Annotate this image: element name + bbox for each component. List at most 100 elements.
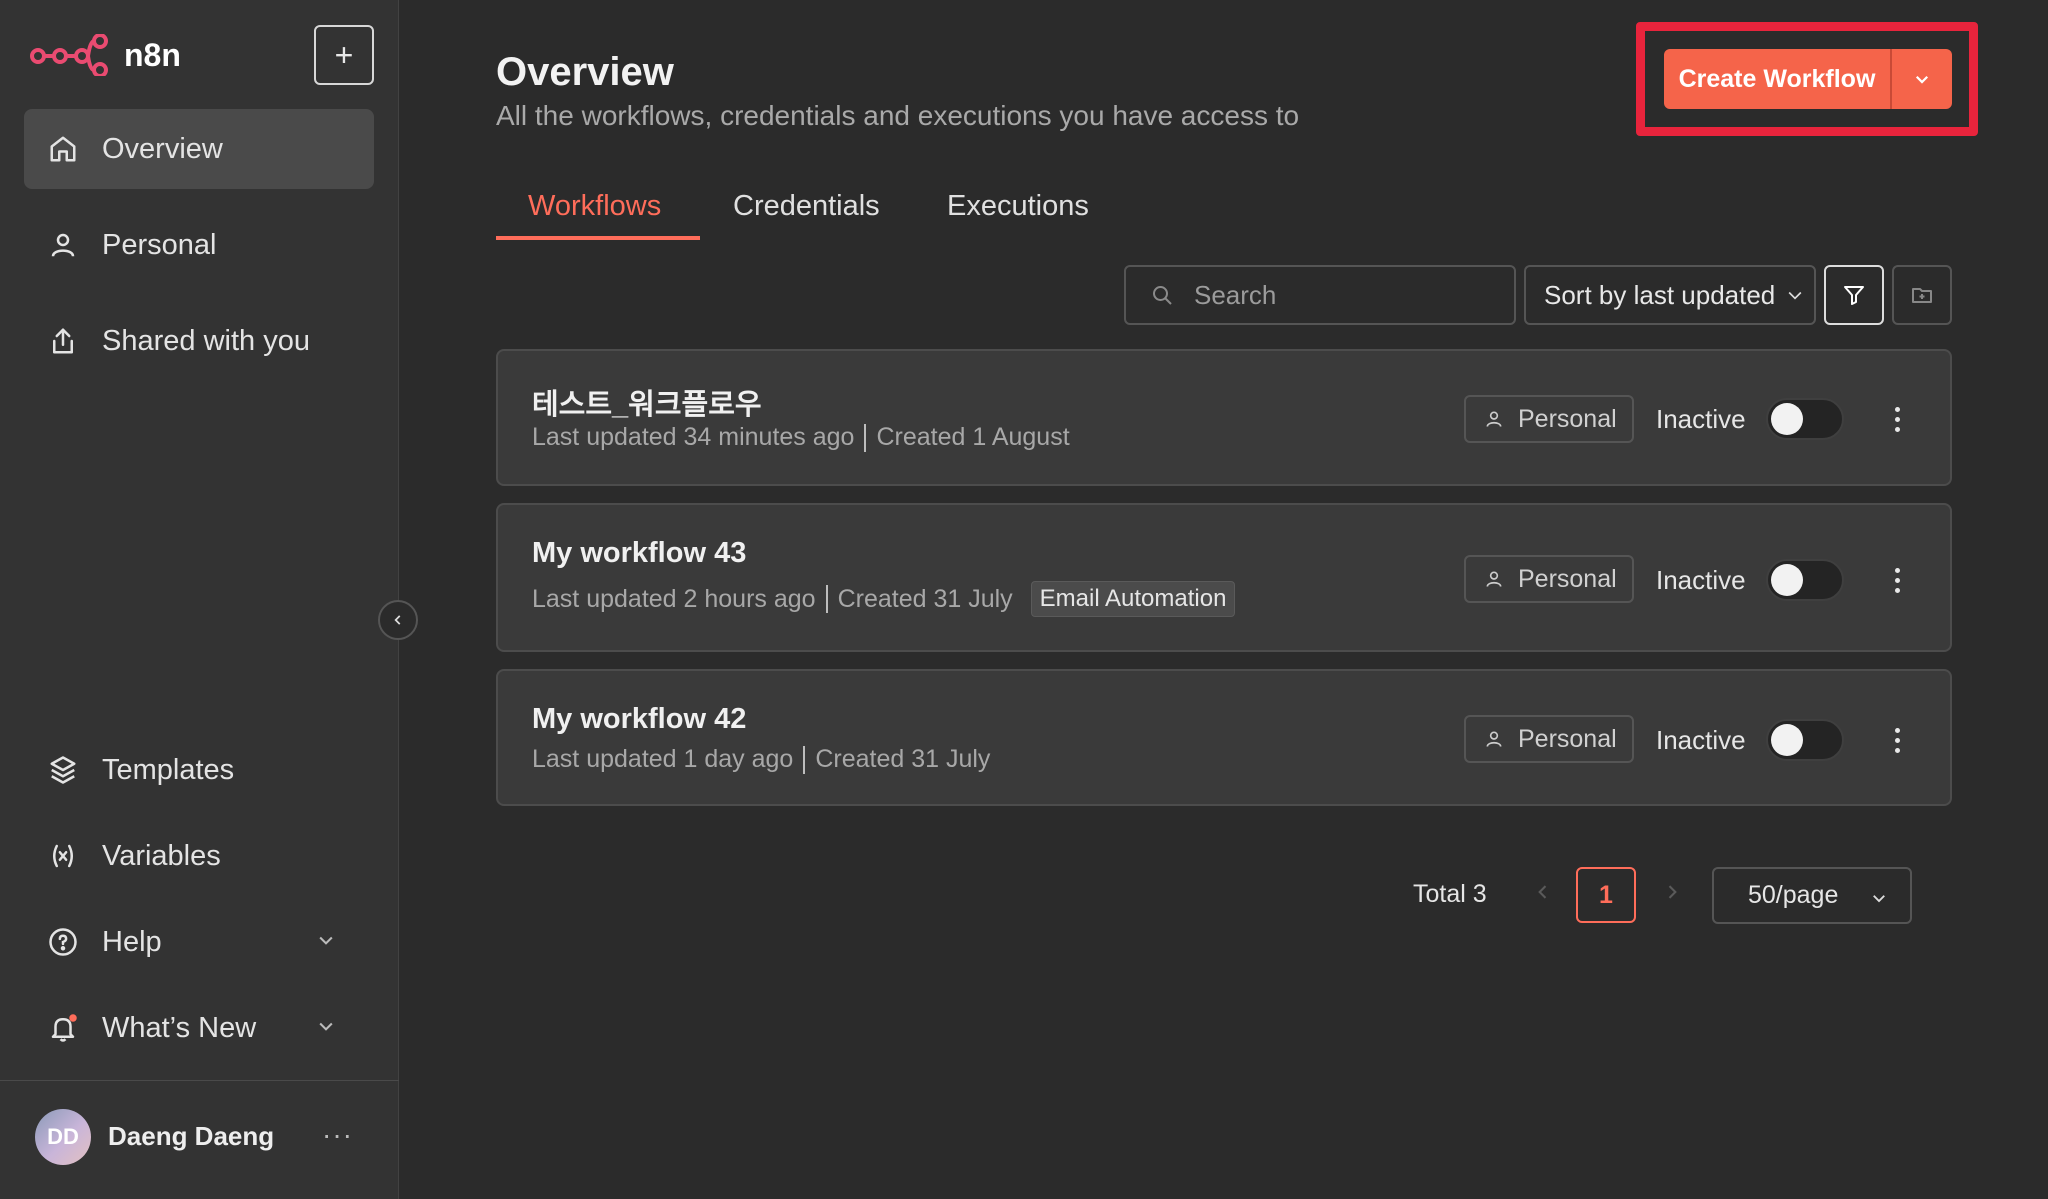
workflow-card[interactable]: 테스트_워크플로우 Last updated 34 minutes ago Cre… bbox=[496, 349, 1952, 486]
sidebar-item-help[interactable]: Help bbox=[24, 902, 374, 982]
n8n-logo[interactable]: n8n bbox=[30, 34, 181, 76]
sidebar-item-label: Variables bbox=[102, 839, 221, 872]
workflow-card[interactable]: My workflow 42 Last updated 1 day ago Cre… bbox=[496, 669, 1952, 806]
status-label: Inactive bbox=[1656, 725, 1746, 755]
collapse-sidebar-button[interactable] bbox=[378, 600, 418, 640]
sidebar-item-label: Overview bbox=[102, 132, 223, 165]
chevron-right-icon bbox=[1668, 885, 1677, 899]
active-toggle[interactable] bbox=[1766, 398, 1844, 440]
status-label: Inactive bbox=[1656, 404, 1746, 434]
create-workflow-label[interactable]: Create Workflow bbox=[1664, 65, 1890, 94]
page-size-label: 50/page bbox=[1748, 881, 1839, 909]
variables-icon bbox=[53, 844, 73, 868]
total-count: Total 3 bbox=[1413, 880, 1487, 908]
chevron-left-icon bbox=[394, 615, 401, 625]
create-workflow-button[interactable]: Create Workflow bbox=[1664, 49, 1952, 109]
workflow-name[interactable]: My workflow 42 bbox=[532, 703, 746, 736]
user-name: Daeng Daeng bbox=[108, 1121, 275, 1151]
chevron-down-icon bbox=[319, 936, 333, 945]
active-toggle[interactable] bbox=[1766, 719, 1844, 761]
home-icon bbox=[50, 136, 76, 162]
workflow-meta: Last updated 2 hours ago Created 31 July … bbox=[532, 581, 1236, 617]
owner-badge: Personal bbox=[1464, 715, 1634, 763]
templates-icon bbox=[50, 756, 76, 784]
chevron-down-icon bbox=[1873, 895, 1885, 903]
user-more-button[interactable]: ··· bbox=[322, 1119, 353, 1151]
previous-page-button[interactable] bbox=[1533, 880, 1553, 909]
toggle-knob bbox=[1771, 403, 1803, 435]
tab-workflows[interactable]: Workflows bbox=[528, 190, 661, 223]
workflow-tag[interactable]: Email Automation bbox=[1030, 581, 1236, 617]
user-icon bbox=[1486, 731, 1502, 747]
owner-label: Personal bbox=[1518, 404, 1617, 433]
created-date: Created 31 July bbox=[837, 584, 1013, 613]
search-icon bbox=[1153, 286, 1172, 305]
user-icon bbox=[1486, 411, 1502, 427]
sort-select[interactable]: Sort by last updated bbox=[1524, 265, 1816, 325]
sidebar: n8n + Overview Personal Shared with you … bbox=[0, 0, 399, 1199]
sidebar-item-templates[interactable]: Templates bbox=[24, 730, 374, 810]
last-updated: Last updated 2 hours ago bbox=[532, 584, 816, 613]
more-options-button[interactable] bbox=[1882, 560, 1912, 600]
user-icon bbox=[51, 233, 75, 257]
chevron-down-icon bbox=[1915, 75, 1929, 84]
create-options-dropdown[interactable] bbox=[1892, 49, 1952, 109]
next-page-button[interactable] bbox=[1662, 880, 1682, 909]
owner-label: Personal bbox=[1518, 564, 1617, 593]
app-name: n8n bbox=[124, 36, 181, 73]
filter-icon bbox=[1844, 286, 1864, 305]
sidebar-item-label: Help bbox=[102, 925, 162, 958]
sidebar-item-label: Personal bbox=[102, 228, 217, 261]
page-number-current[interactable]: 1 bbox=[1576, 867, 1636, 923]
tab-credentials[interactable]: Credentials bbox=[733, 190, 880, 223]
folder-plus-icon bbox=[1912, 288, 1932, 303]
sidebar-item-variables[interactable]: Variables bbox=[24, 816, 374, 896]
workflow-meta: Last updated 1 day ago Created 31 July bbox=[532, 745, 990, 774]
create-new-button[interactable]: + bbox=[314, 25, 374, 85]
search-box[interactable] bbox=[1124, 265, 1516, 325]
filter-button[interactable] bbox=[1824, 265, 1884, 325]
sort-label: Sort by last updated bbox=[1544, 279, 1776, 310]
avatar[interactable]: DD bbox=[35, 1109, 91, 1165]
owner-badge: Personal bbox=[1464, 395, 1634, 443]
sidebar-item-shared[interactable]: Shared with you bbox=[24, 301, 374, 381]
more-options-button[interactable] bbox=[1882, 720, 1912, 760]
bell-icon bbox=[51, 1014, 77, 1042]
toggle-knob bbox=[1771, 724, 1803, 756]
n8n-logo-icon bbox=[30, 34, 108, 76]
toggle-knob bbox=[1771, 564, 1803, 596]
created-date: Created 31 July bbox=[815, 745, 991, 773]
workflow-name[interactable]: 테스트_워크플로우 bbox=[532, 381, 762, 423]
active-toggle[interactable] bbox=[1766, 559, 1844, 601]
last-updated: Last updated 1 day ago bbox=[532, 745, 794, 773]
chevron-left-icon bbox=[1538, 885, 1547, 899]
status-label: Inactive bbox=[1656, 565, 1746, 595]
user-menu: DD Daeng Daeng ··· bbox=[0, 1080, 399, 1199]
chevron-down-icon bbox=[1788, 291, 1802, 300]
chevron-down-icon bbox=[319, 1022, 333, 1031]
active-tab-indicator bbox=[496, 236, 700, 240]
created-date: Created 1 August bbox=[876, 423, 1070, 451]
owner-badge: Personal bbox=[1464, 555, 1634, 603]
workflow-meta: Last updated 34 minutes ago Created 1 Aug… bbox=[532, 423, 1070, 452]
tab-executions[interactable]: Executions bbox=[947, 190, 1089, 223]
page-title: Overview bbox=[496, 50, 674, 94]
search-input[interactable] bbox=[1194, 279, 1494, 311]
workflow-card[interactable]: My workflow 43 Last updated 2 hours ago C… bbox=[496, 503, 1952, 652]
sidebar-item-overview[interactable]: Overview bbox=[24, 109, 374, 189]
last-updated: Last updated 34 minutes ago bbox=[532, 423, 855, 451]
new-folder-button[interactable] bbox=[1892, 265, 1952, 325]
user-icon bbox=[1486, 571, 1502, 587]
page-size-select[interactable]: 50/page bbox=[1712, 867, 1912, 924]
sidebar-item-label: Templates bbox=[102, 753, 235, 786]
owner-label: Personal bbox=[1518, 724, 1617, 753]
help-icon bbox=[49, 928, 77, 956]
workflow-name[interactable]: My workflow 43 bbox=[532, 537, 746, 570]
sidebar-item-whats-new[interactable]: What’s New bbox=[24, 988, 374, 1068]
sidebar-item-label: What’s New bbox=[102, 1011, 257, 1044]
share-icon bbox=[53, 328, 73, 354]
sidebar-item-personal[interactable]: Personal bbox=[24, 205, 374, 285]
sidebar-item-label: Shared with you bbox=[102, 324, 310, 357]
more-options-button[interactable] bbox=[1882, 399, 1912, 439]
page-subtitle: All the workflows, credentials and execu… bbox=[496, 100, 1300, 131]
